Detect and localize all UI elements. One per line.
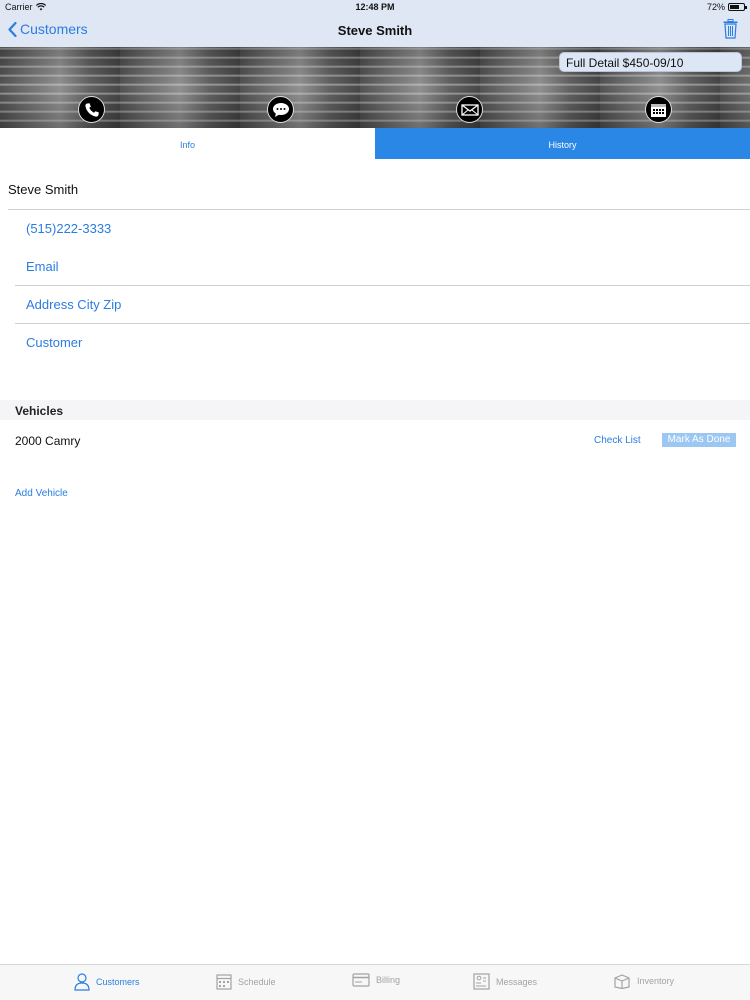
chevron-left-icon xyxy=(8,21,17,37)
address-link[interactable]: Address City Zip xyxy=(26,297,121,312)
divider xyxy=(15,285,750,286)
tab-info[interactable]: Info xyxy=(0,128,375,159)
card-icon xyxy=(352,973,370,987)
back-button-label: Customers xyxy=(20,21,88,37)
tab-schedule[interactable]: Schedule xyxy=(216,973,276,990)
tab-messages-label: Messages xyxy=(496,976,538,987)
divider xyxy=(8,209,750,210)
email-link[interactable]: Email xyxy=(26,259,59,274)
clock: 12:48 PM xyxy=(355,2,395,12)
customer-name: Steve Smith xyxy=(8,182,79,197)
battery-indicator: 72% xyxy=(706,2,747,12)
tab-customers-label: Customers xyxy=(96,977,140,987)
battery-percent: 72% xyxy=(706,2,725,12)
tab-inventory[interactable]: Inventory xyxy=(613,973,674,989)
box-icon xyxy=(614,974,630,989)
calendar-icon xyxy=(216,974,232,990)
calendar-icon xyxy=(651,103,666,117)
mark-as-done-button[interactable]: Mark As Done xyxy=(662,433,736,447)
bottom-tab-bar: Customers Schedule Billing Messages Inve… xyxy=(0,964,750,1000)
add-vehicle-button[interactable]: Add Vehicle xyxy=(15,488,68,499)
calendar-button[interactable] xyxy=(645,96,672,123)
header-banner: Full Detail $450-09/10 xyxy=(0,47,750,128)
tab-inventory-label: Inventory xyxy=(637,976,675,986)
tab-schedule-label: Schedule xyxy=(238,976,276,987)
divider xyxy=(15,323,750,324)
service-deal-badge[interactable]: Full Detail $450-09/10 xyxy=(559,52,742,72)
phone-link[interactable]: (515)222-3333 xyxy=(26,221,111,236)
battery-icon xyxy=(728,3,747,11)
message-icon xyxy=(272,102,289,117)
email-icon xyxy=(460,103,479,116)
person-icon xyxy=(74,973,90,991)
vehicles-section-header: Vehicles xyxy=(0,400,750,420)
page-title: Steve Smith xyxy=(337,23,413,38)
navigation-bar: Customers Steve Smith xyxy=(0,14,750,47)
tab-customers[interactable]: Customers xyxy=(74,973,140,991)
status-bar: Carrier 12:48 PM 72% xyxy=(0,0,750,14)
call-button[interactable] xyxy=(78,96,105,123)
tab-billing-label: Billing xyxy=(376,975,401,985)
customer-type-link[interactable]: Customer xyxy=(26,335,82,350)
check-list-button[interactable]: Check List xyxy=(594,435,641,446)
tab-history[interactable]: History xyxy=(375,128,750,159)
segmented-control: Info History xyxy=(0,128,750,159)
email-button[interactable] xyxy=(456,96,483,123)
tab-billing[interactable]: Billing xyxy=(352,973,400,987)
message-button[interactable] xyxy=(267,96,294,123)
vehicle-name: 2000 Camry xyxy=(15,434,81,448)
phone-icon xyxy=(84,102,99,117)
delete-button[interactable] xyxy=(723,19,738,44)
vehicles-header-label: Vehicles xyxy=(15,404,64,418)
messages-icon xyxy=(473,973,490,990)
back-button[interactable]: Customers xyxy=(8,21,88,37)
trash-icon xyxy=(723,19,738,39)
tab-messages[interactable]: Messages xyxy=(473,973,537,990)
